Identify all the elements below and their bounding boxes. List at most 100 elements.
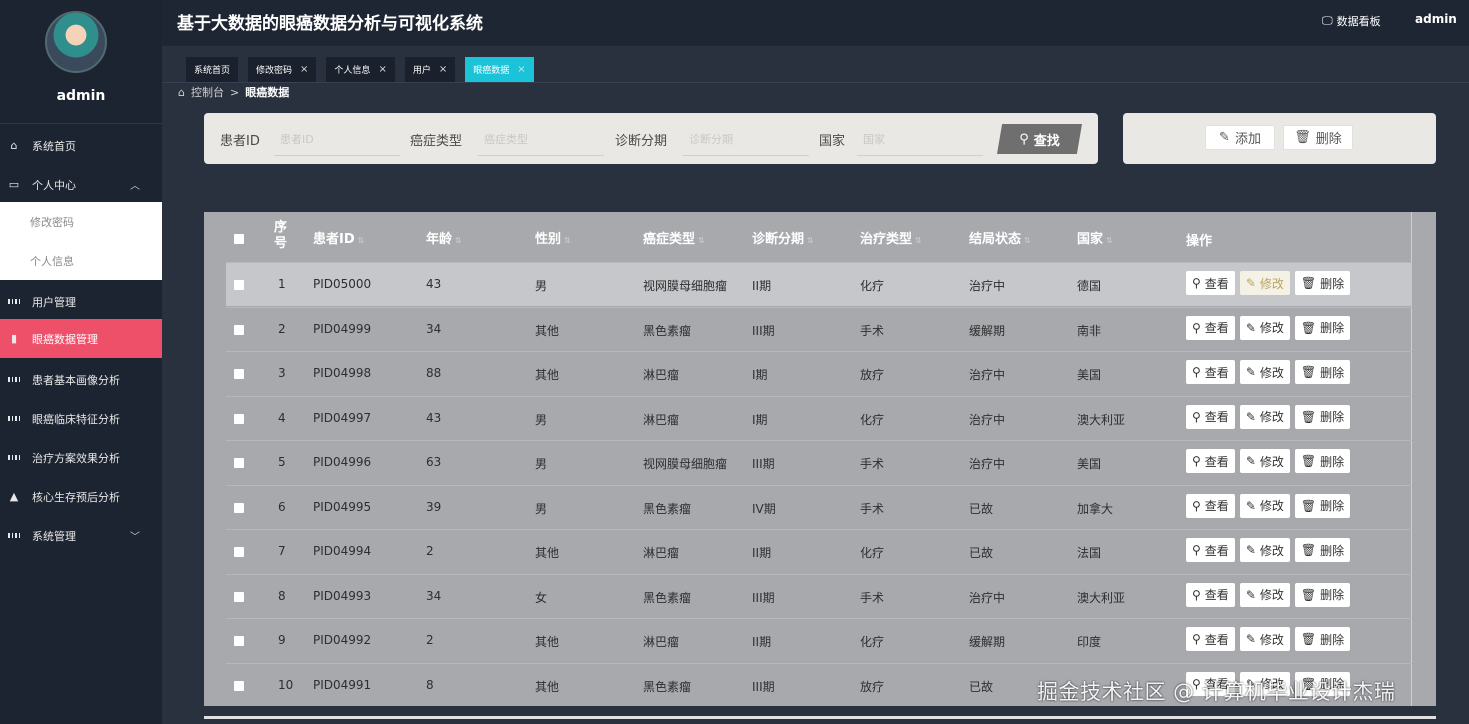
trash-icon: 🗑 — [1300, 409, 1317, 424]
trash-icon: 🗑 — [1300, 454, 1317, 468]
sidebar-item-clinical-features[interactable]: 眼癌临床特征分析 — [0, 399, 162, 438]
sort-icon[interactable]: ⇅ — [564, 236, 571, 245]
column-header-sortable[interactable]: 患者ID ⇅ — [313, 228, 364, 247]
delete-button[interactable]: 🗑 删除 — [1294, 271, 1351, 295]
delete-button[interactable]: 🗑 删除 — [1294, 360, 1351, 384]
table-row[interactable]: 3 PID04998 88 其他 淋巴瘤 I期 放疗 治疗中 美国 ⚲ 查看 ✎ 修改 🗑 删除 — [226, 351, 1412, 395]
add-button[interactable]: ✎ 添加 — [1205, 125, 1275, 150]
delete-button[interactable]: 🗑 删除 — [1294, 538, 1351, 562]
row-checkbox[interactable] — [234, 369, 244, 379]
select-all-checkbox[interactable] — [234, 234, 244, 244]
close-icon[interactable]: × — [300, 64, 308, 75]
view-button[interactable]: ⚲ 查看 — [1186, 582, 1235, 607]
search-icon: ⚲ — [1192, 276, 1201, 290]
table-row[interactable]: 6 PID04995 39 男黑色素瘤 IV期 手术 已故 加拿大 ⚲ 查看 ✎ 修改 🗑 删除 — [226, 484, 1412, 529]
tab-personal-info[interactable]: 个人信息 × — [326, 57, 395, 82]
column-header-sortable[interactable]: 结局状态 ⇅ — [969, 228, 1031, 247]
find-button[interactable]: ⚲ 查找 — [997, 124, 1082, 154]
column-header-sortable[interactable]: 诊断分期 ⇅ — [752, 228, 814, 247]
sort-icon[interactable]: ⇅ — [698, 236, 705, 245]
edit-button[interactable]: ✎ 修改 — [1239, 360, 1290, 384]
edit-button[interactable]: ✎ 修改 — [1239, 538, 1290, 562]
sidebar-item-system-management[interactable]: 系统管理 ﹀ — [0, 516, 162, 555]
column-header-sortable[interactable]: 性别 ⇅ — [535, 228, 571, 247]
edit-button[interactable]: ✎ 修改 — [1239, 493, 1290, 518]
column-header-sortable[interactable]: 治疗类型 ⇅ — [860, 228, 922, 247]
row-checkbox[interactable] — [234, 502, 244, 513]
view-button[interactable]: ⚲ 查看 — [1186, 493, 1235, 518]
table-row[interactable]: 2 PID04999 34 其他 黑色素瘤 III期 手术 缓解期 南非 ⚲ 查看 ✎ 修改 🗑 删除 — [226, 306, 1412, 351]
close-icon[interactable]: × — [378, 64, 386, 75]
breadcrumb-home[interactable]: 控制台 — [191, 84, 224, 100]
row-checkbox[interactable] — [234, 591, 244, 602]
dashboard-link[interactable]: 🖵 数据看板 — [1322, 13, 1381, 29]
country-input[interactable] — [857, 123, 983, 156]
tab-change-password[interactable]: 修改密码 × — [248, 57, 317, 82]
user-menu[interactable]: admin — [1415, 12, 1457, 26]
avatar[interactable] — [45, 11, 107, 73]
table-row[interactable]: 8 PID04993 34 女黑色素瘤 III期 手术 治疗中 澳大利亚 ⚲ 查看 ✎ 修改 🗑 删除 — [226, 573, 1412, 618]
column-header-sortable[interactable]: 国家 ⇅ — [1077, 228, 1113, 247]
close-icon[interactable]: × — [439, 64, 447, 75]
sort-icon[interactable]: ⇅ — [455, 236, 462, 245]
column-header-sortable[interactable]: 癌症类型 ⇅ — [643, 228, 705, 247]
row-index: 4 — [278, 410, 286, 425]
row-checkbox[interactable] — [234, 547, 244, 557]
close-icon[interactable]: × — [517, 64, 525, 75]
table-row[interactable]: 7 PID04994 2 其他 淋巴瘤 II期 化疗 已故 法国 ⚲ 查看 ✎ 修改 🗑 删除 — [226, 529, 1412, 573]
edit-button[interactable]: ✎ 修改 — [1239, 404, 1290, 429]
delete-button[interactable]: 🗑 删除 — [1294, 449, 1351, 473]
edit-button[interactable]: ✎ 修改 — [1239, 271, 1290, 295]
tab-user[interactable]: 用户 × — [404, 57, 456, 82]
sidebar-item-user-management[interactable]: 用户管理 — [0, 282, 162, 321]
tab-home[interactable]: 系统首页 — [186, 57, 239, 82]
sort-icon[interactable]: ⇅ — [1106, 236, 1113, 245]
view-button[interactable]: ⚲ 查看 — [1186, 627, 1235, 651]
sidebar-item-patient-profile[interactable]: 患者基本画像分析 — [0, 360, 162, 399]
sidebar-item-home[interactable]: ⌂ 系统首页 — [0, 126, 162, 165]
row-checkbox[interactable] — [234, 680, 244, 691]
view-button[interactable]: ⚲ 查看 — [1186, 449, 1235, 473]
delete-button[interactable]: 🗑 删除 — [1294, 315, 1351, 340]
sidebar-item-treatment-effect[interactable]: 治疗方案效果分析 — [0, 438, 162, 477]
table-row[interactable]: 9 PID04992 2 其他 淋巴瘤 II期 化疗 缓解期 印度 ⚲ 查看 ✎ 修改 🗑 删除 — [226, 618, 1412, 662]
sort-icon[interactable]: ⇅ — [1024, 236, 1031, 245]
horizontal-scrollbar[interactable] — [204, 716, 1436, 719]
view-button[interactable]: ⚲ 查看 — [1186, 315, 1235, 340]
row-checkbox[interactable] — [234, 324, 244, 335]
row-checkbox[interactable] — [234, 458, 244, 468]
edit-button[interactable]: ✎ 修改 — [1239, 582, 1290, 607]
tab-eye-cancer-data[interactable]: 眼癌数据 × — [465, 57, 534, 82]
patient-id-input[interactable] — [274, 123, 400, 156]
view-button[interactable]: ⚲ 查看 — [1186, 360, 1235, 384]
delete-button[interactable]: 🗑 删除 — [1283, 125, 1353, 150]
view-button[interactable]: ⚲ 查看 — [1186, 404, 1235, 429]
sidebar-subitem-personal-info[interactable]: 个人信息 — [0, 241, 162, 280]
edit-button[interactable]: ✎ 修改 — [1239, 627, 1290, 651]
cancer-type-input[interactable] — [478, 123, 604, 156]
row-checkbox[interactable] — [234, 636, 244, 646]
delete-button[interactable]: 🗑 删除 — [1294, 627, 1351, 651]
diagnosis-stage-input[interactable] — [683, 123, 809, 156]
table-row[interactable]: 4 PID04997 43 男淋巴瘤 I期 化疗 治疗中 澳大利亚 ⚲ 查看 ✎ 修改 🗑 删除 — [226, 395, 1412, 440]
view-button[interactable]: ⚲ 查看 — [1186, 538, 1235, 562]
sort-icon[interactable]: ⇅ — [915, 236, 922, 245]
row-checkbox[interactable] — [234, 413, 244, 424]
edit-button[interactable]: ✎ 修改 — [1239, 315, 1290, 340]
sidebar-item-survival-prognosis[interactable]: ▲ 核心生存预后分析 — [0, 477, 162, 516]
delete-button[interactable]: 🗑 删除 — [1294, 404, 1351, 429]
sort-icon[interactable]: ⇅ — [358, 236, 365, 245]
column-header-sortable[interactable]: 年龄 ⇅ — [426, 228, 462, 247]
delete-button[interactable]: 🗑 删除 — [1294, 582, 1351, 607]
sidebar-item-eye-cancer-data[interactable]: ▮ 眼癌数据管理 — [0, 319, 162, 358]
sort-icon[interactable]: ⇅ — [807, 236, 814, 245]
row-checkbox[interactable] — [234, 280, 244, 290]
view-button[interactable]: ⚲ 查看 — [1186, 271, 1235, 295]
sidebar-item-personal-center[interactable]: ▭ 个人中心 ︿ — [0, 165, 162, 204]
table-row[interactable]: 5 PID04996 63 男视网膜母细胞瘤 III期 手术 治疗中 美国 ⚲ 查看 ✎ 修改 🗑 删除 — [226, 440, 1412, 484]
edit-button[interactable]: ✎ 修改 — [1239, 449, 1290, 473]
table-row[interactable]: 1 PID05000 43 男视网膜母细胞瘤 II期 化疗 治疗中 德国 ⚲ 查看 ✎ 修改 🗑 删除 — [226, 262, 1412, 306]
sidebar-subitem-change-password[interactable]: 修改密码 — [0, 202, 162, 241]
edit-label: 修改 — [1259, 632, 1284, 647]
delete-button[interactable]: 🗑 删除 — [1294, 493, 1351, 518]
